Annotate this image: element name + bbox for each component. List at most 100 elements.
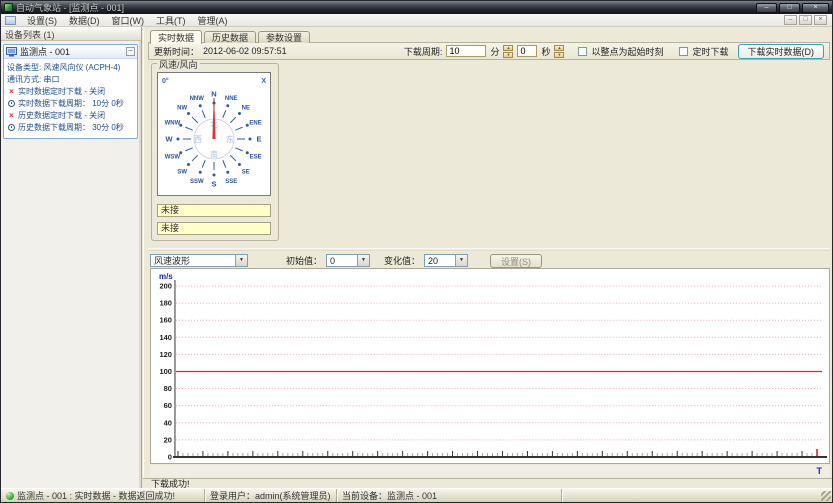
mdi-child-icon[interactable] — [5, 16, 16, 25]
connection-ok-icon — [6, 492, 14, 500]
change-value-select[interactable]: 20 ▼ — [424, 254, 468, 267]
horizontal-splitter[interactable] — [148, 248, 830, 251]
resize-grip-icon[interactable] — [821, 491, 831, 501]
update-time-value: 2012-06-02 09:57:51 — [203, 46, 287, 56]
svg-text:WSW: WSW — [165, 155, 181, 161]
device-info-line: 通讯方式: 串口 — [7, 74, 135, 86]
hour-align-checkbox[interactable] — [578, 47, 587, 56]
device-info-line: ×实时数据定时下载 - 关闭 — [7, 86, 135, 98]
timed-download-checkbox[interactable] — [679, 47, 688, 56]
menu-item-data[interactable]: 数据(D) — [63, 14, 106, 27]
svg-text:SE: SE — [242, 169, 250, 175]
current-device-text: 当前设备：监测点 - 001 — [337, 489, 562, 502]
device-info-text: 历史数据定时下载 - 关闭 — [18, 110, 105, 122]
download-toolbar: 更新时间： 2012-06-02 09:57:51 下载周期: 分 ▲▼ 秒 ▲… — [148, 42, 830, 60]
wind-direction-readout: 未接 — [157, 222, 271, 235]
period-label: 下载周期: — [404, 45, 443, 58]
tab-parameter-settings[interactable]: 参数设置 — [258, 31, 310, 43]
svg-text:X: X — [261, 78, 266, 85]
seconds-unit-label: 秒 — [541, 45, 550, 58]
mdi-restore-button[interactable]: □ — [799, 15, 812, 25]
svg-text:NW: NW — [177, 106, 187, 112]
app-window: 自动气象站 - [监测点 - 001] – □ × 设置(S) 数据(D) 窗口… — [0, 0, 833, 503]
svg-text:NNE: NNE — [225, 96, 238, 102]
svg-text:N: N — [211, 90, 216, 99]
svg-text:180: 180 — [159, 299, 171, 308]
svg-text:ESE: ESE — [250, 155, 262, 161]
minimize-button[interactable]: – — [756, 3, 777, 13]
minutes-input[interactable] — [446, 45, 486, 57]
maximize-button[interactable]: □ — [779, 3, 800, 13]
svg-text:160: 160 — [159, 316, 171, 325]
svg-text:E: E — [256, 135, 261, 144]
waveform-chart: m/s020406080100120140160180200 — [150, 268, 830, 464]
device-info-line: ×历史数据定时下载 - 关闭 — [7, 110, 135, 122]
close-button[interactable]: × — [802, 3, 829, 13]
device-info-text: 历史数据下载周期： 30分 0秒 — [18, 122, 124, 134]
status-bar: 监测点 - 001 : 实时数据 - 数据返回成功! 登录用户：admin(系统… — [1, 488, 832, 502]
svg-text:100: 100 — [159, 367, 171, 376]
device-panel: 监测点 - 001 – 设备类型: 风速风向仪 (ACPH-4)通讯方式: 串口… — [3, 44, 138, 139]
wind-compass: 0°XNNNENEENEEESESESSESSSWSWWSWWWNWNWNNW北… — [157, 72, 271, 196]
svg-text:60: 60 — [164, 401, 172, 410]
download-realtime-button[interactable]: 下载实时数据(D) — [738, 44, 825, 59]
tab-realtime-data[interactable]: 实时数据 — [150, 30, 202, 44]
svg-text:西: 西 — [194, 135, 202, 144]
svg-text:SSE: SSE — [225, 179, 237, 185]
device-info-text: 实时数据下载周期： 10分 0秒 — [18, 98, 124, 110]
device-info-line: 设备类型: 风速风向仪 (ACPH-4) — [7, 62, 135, 74]
svg-text:SSW: SSW — [190, 179, 204, 185]
menu-item-window[interactable]: 窗口(W) — [106, 14, 151, 27]
device-sidebar: 设备列表 (1) 监测点 - 001 – 设备类型: 风速风向仪 (ACPH-4… — [1, 27, 142, 488]
svg-text:m/s: m/s — [159, 272, 173, 281]
device-info-text: 设备类型: 风速风向仪 (ACPH-4) — [7, 62, 120, 74]
seconds-input[interactable] — [517, 45, 537, 57]
compass-dial: 0°XNNNENEENEEESESESSESSSWSWWSWWWNWNWNNW北… — [158, 73, 270, 195]
device-info-line: 实时数据下载周期： 10分 0秒 — [7, 98, 135, 110]
monitor-icon — [6, 47, 17, 57]
hour-align-label: 以整点为起始时刻 — [591, 45, 663, 58]
cross-icon: × — [7, 110, 16, 122]
window-title: 自动气象站 - [监测点 - 001] — [16, 1, 124, 14]
initial-value-select[interactable]: 0 ▼ — [326, 254, 370, 267]
chart-position-slider[interactable]: T — [817, 465, 823, 477]
chevron-down-icon: ▼ — [235, 255, 247, 266]
device-info-line: 历史数据下载周期： 30分 0秒 — [7, 122, 135, 134]
device-node[interactable]: 监测点 - 001 – — [4, 45, 137, 59]
update-time-label: 更新时间： — [154, 45, 199, 58]
svg-text:南: 南 — [210, 149, 218, 159]
device-name: 监测点 - 001 — [20, 45, 70, 58]
chevron-down-icon: ▼ — [455, 255, 467, 266]
svg-text:80: 80 — [164, 384, 172, 393]
seconds-spinner[interactable]: ▲▼ — [554, 45, 564, 58]
connection-status-text: 监测点 - 001 : 实时数据 - 数据返回成功! — [17, 489, 175, 502]
tab-history-data[interactable]: 历史数据 — [204, 31, 256, 43]
menu-item-tools[interactable]: 工具(T) — [150, 14, 192, 27]
menu-item-manage[interactable]: 管理(A) — [192, 14, 234, 27]
login-user-text: 登录用户：admin(系统管理员) — [205, 489, 337, 502]
device-info-text: 通讯方式: 串口 — [7, 74, 59, 86]
minutes-spinner[interactable]: ▲▼ — [503, 45, 513, 58]
tab-strip: 实时数据 历史数据 参数设置 — [150, 29, 310, 43]
svg-text:200: 200 — [159, 281, 171, 290]
menu-item-settings[interactable]: 设置(S) — [21, 14, 63, 27]
svg-text:20: 20 — [164, 435, 172, 444]
initial-value-label: 初始值： — [286, 254, 322, 267]
svg-text:NNW: NNW — [190, 96, 205, 102]
mdi-minimize-button[interactable]: – — [784, 15, 797, 25]
timed-download-label: 定时下载 — [692, 45, 728, 58]
waveform-select[interactable]: 风速波形 ▼ — [150, 254, 248, 267]
minutes-unit-label: 分 — [490, 45, 499, 58]
svg-text:0: 0 — [168, 452, 172, 461]
collapse-icon[interactable]: – — [126, 47, 135, 56]
device-info-text: 实时数据定时下载 - 关闭 — [18, 86, 105, 98]
chart-controls: 风速波形 ▼ 初始值： 0 ▼ 变化值： 20 ▼ 设置(S) — [150, 253, 828, 268]
chevron-down-icon: ▼ — [357, 255, 369, 266]
svg-text:W: W — [165, 135, 173, 144]
svg-text:S: S — [211, 180, 216, 189]
mdi-close-button[interactable]: × — [814, 15, 827, 25]
app-icon — [4, 3, 13, 12]
clock-icon — [7, 98, 16, 110]
svg-text:140: 140 — [159, 333, 171, 342]
settings-button[interactable]: 设置(S) — [490, 254, 542, 268]
